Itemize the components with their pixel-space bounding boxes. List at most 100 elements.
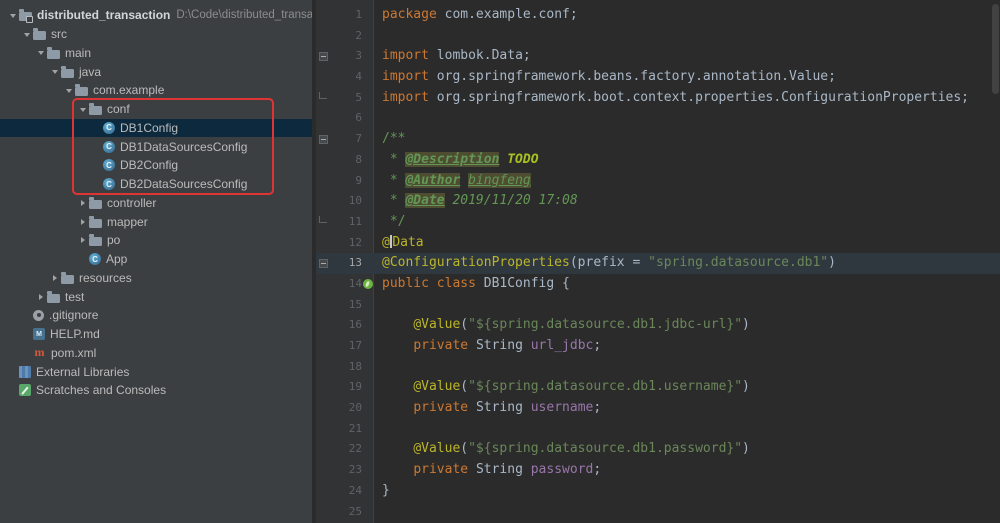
md-icon: M: [33, 328, 45, 340]
editor-line-9[interactable]: 9 * @Author bingfeng: [316, 171, 1000, 192]
line-number: 25: [326, 502, 362, 523]
code-token: *: [382, 193, 405, 208]
code-token: @Value: [413, 379, 460, 394]
tree-item-java[interactable]: java: [0, 62, 312, 81]
chevron-down-icon[interactable]: [34, 44, 47, 63]
editor-scrollbar[interactable]: [992, 4, 999, 94]
tree-item-com-example[interactable]: com.example: [0, 81, 312, 100]
line-number: 14: [326, 274, 362, 295]
chevron-down-icon[interactable]: [48, 62, 61, 81]
chevron-down-icon[interactable]: [62, 81, 75, 100]
chevron-right-icon[interactable]: [34, 287, 47, 306]
editor-line-15[interactable]: 15: [316, 295, 1000, 316]
editor-line-8[interactable]: 8 * @Description TODO: [316, 150, 1000, 171]
line-number: 4: [326, 67, 362, 88]
tree-item-label: src: [51, 27, 67, 41]
tree-item-test[interactable]: test: [0, 287, 312, 306]
tree-item-db2config[interactable]: CDB2Config: [0, 156, 312, 175]
tree-item-controller[interactable]: controller: [0, 194, 312, 213]
code-token: username: [531, 400, 594, 415]
tree-item-mapper[interactable]: mapper: [0, 212, 312, 231]
code-text: public class DB1Config {: [316, 274, 1000, 295]
chevron-right-icon[interactable]: [76, 212, 89, 231]
code-text: private String password;: [316, 460, 1000, 481]
editor-line-25[interactable]: 25: [316, 502, 1000, 523]
tree-item-resources[interactable]: resources: [0, 269, 312, 288]
line-number: 12: [326, 233, 362, 254]
line-number: 3: [326, 46, 362, 67]
tree-item-label: main: [65, 46, 91, 60]
code-token: (: [460, 379, 468, 394]
code-token: [382, 400, 413, 415]
chevron-down-icon[interactable]: [6, 6, 19, 25]
tree-item-app[interactable]: CApp: [0, 250, 312, 269]
code-text: * @Author bingfeng: [316, 171, 1000, 192]
editor-line-18[interactable]: 18: [316, 357, 1000, 378]
tree-item-pom-xml[interactable]: mpom.xml: [0, 344, 312, 363]
editor-line-19[interactable]: 19 @Value("${spring.datasource.db1.usern…: [316, 377, 1000, 398]
code-token: [382, 379, 413, 394]
code-token: TODO: [507, 152, 538, 167]
editor-line-7[interactable]: 7/**: [316, 129, 1000, 150]
folder-icon: [47, 294, 60, 303]
tree-item-src[interactable]: src: [0, 25, 312, 44]
tree-item-label: Scratches and Consoles: [36, 383, 166, 397]
tree-item-po[interactable]: po: [0, 231, 312, 250]
code-editor[interactable]: 1package com.example.conf;23import lombo…: [316, 0, 1000, 523]
code-token: [382, 441, 413, 456]
indent-spacer: [20, 325, 33, 344]
editor-line-21[interactable]: 21: [316, 419, 1000, 440]
spring-bean-icon[interactable]: [363, 279, 373, 289]
editor-line-20[interactable]: 20 private String username;: [316, 398, 1000, 419]
tree-item-db1datasourcesconfig[interactable]: CDB1DataSourcesConfig: [0, 137, 312, 156]
code-token: String: [476, 462, 531, 477]
editor-line-16[interactable]: 16 @Value("${spring.datasource.db1.jdbc-…: [316, 315, 1000, 336]
tree-item-external-libraries[interactable]: External Libraries: [0, 362, 312, 381]
tree-item-db2datasourcesconfig[interactable]: CDB2DataSourcesConfig: [0, 175, 312, 194]
editor-line-4[interactable]: 4import org.springframework.beans.factor…: [316, 67, 1000, 88]
chevron-down-icon[interactable]: [20, 25, 33, 44]
tree-item-gitignore[interactable]: .gitignore: [0, 306, 312, 325]
editor-line-1[interactable]: 1package com.example.conf;: [316, 5, 1000, 26]
tree-item-help-md[interactable]: M HELP.md: [0, 325, 312, 344]
code-text: import lombok.Data;: [316, 46, 1000, 67]
editor-line-12[interactable]: 12@Data: [316, 233, 1000, 254]
code-token: ): [828, 255, 836, 270]
chevron-down-icon[interactable]: [76, 100, 89, 119]
editor-line-11[interactable]: 11 */: [316, 212, 1000, 233]
tree-item-main[interactable]: main: [0, 44, 312, 63]
indent-spacer: [6, 381, 19, 400]
tree-item-label: HELP.md: [50, 327, 100, 341]
code-token: public class: [382, 276, 484, 291]
editor-line-22[interactable]: 22 @Value("${spring.datasource.db1.passw…: [316, 439, 1000, 460]
indent-spacer: [90, 119, 103, 138]
code-token: url_jdbc: [531, 338, 594, 353]
editor-line-3[interactable]: 3import lombok.Data;: [316, 46, 1000, 67]
editor-line-24[interactable]: 24}: [316, 481, 1000, 502]
line-number: 9: [326, 171, 362, 192]
editor-line-6[interactable]: 6: [316, 108, 1000, 129]
code-token: @Description: [405, 152, 499, 167]
editor-line-17[interactable]: 17 private String url_jdbc;: [316, 336, 1000, 357]
editor-line-5[interactable]: 5import org.springframework.boot.context…: [316, 88, 1000, 109]
code-token: @Value: [413, 317, 460, 332]
tree-item-scratches-and-consoles[interactable]: Scratches and Consoles: [0, 381, 312, 400]
tree-item-db1config[interactable]: CDB1Config: [0, 119, 312, 138]
code-token: *: [382, 173, 405, 188]
chevron-right-icon[interactable]: [76, 194, 89, 213]
editor-line-2[interactable]: 2: [316, 26, 1000, 47]
code-text: private String url_jdbc;: [316, 336, 1000, 357]
editor-line-14[interactable]: 14public class DB1Config {: [316, 274, 1000, 295]
tree-item-distributed-transaction[interactable]: distributed_transactionD:\Code\distribut…: [0, 6, 312, 25]
chevron-right-icon[interactable]: [76, 231, 89, 250]
code-token: ): [742, 441, 750, 456]
editor-line-23[interactable]: 23 private String password;: [316, 460, 1000, 481]
code-token: @: [382, 235, 390, 250]
editor-line-13[interactable]: 13@ConfigurationProperties(prefix = "spr…: [316, 253, 1000, 274]
indent-spacer: [90, 156, 103, 175]
code-token: *: [382, 152, 405, 167]
editor-line-10[interactable]: 10 * @Date 2019/11/20 17:08: [316, 191, 1000, 212]
line-number: 1: [326, 5, 362, 26]
chevron-right-icon[interactable]: [48, 269, 61, 288]
tree-item-conf[interactable]: conf: [0, 100, 312, 119]
